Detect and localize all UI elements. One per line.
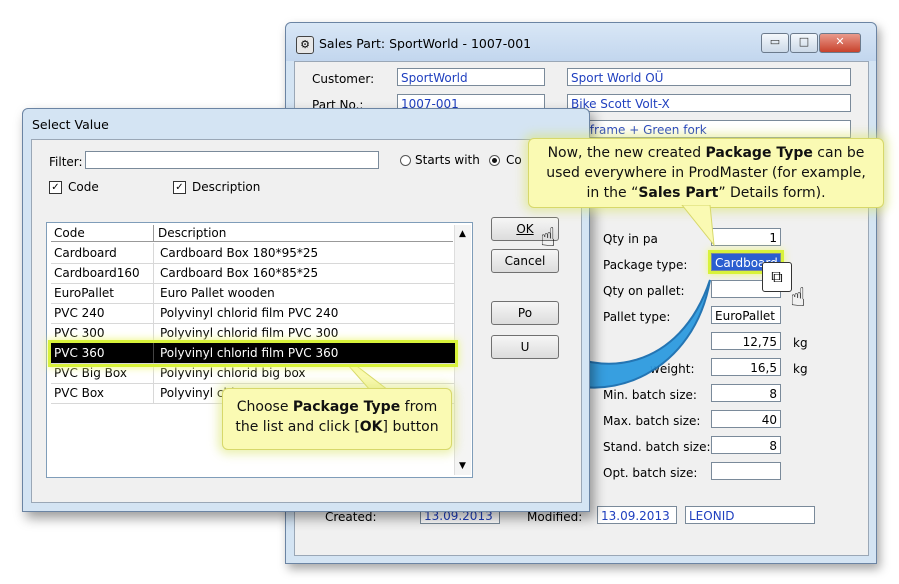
part-description-field[interactable]: en frame + Green fork	[567, 120, 851, 138]
modified-user-field: LEONID	[685, 506, 815, 524]
minimize-button[interactable]: ▭	[761, 33, 789, 53]
table-row[interactable]: Cardboard160 Cardboard Box 160*85*25	[51, 263, 455, 284]
row-code: PVC Box	[51, 383, 154, 403]
cancel-label: Cancel	[504, 254, 546, 268]
callout-top-line1: Now, the new created Package Type can be	[547, 145, 865, 161]
stand-batch-field[interactable]: 8	[711, 436, 781, 454]
lookup-button-icon[interactable]: ⧉	[762, 262, 792, 292]
scroll-down-icon[interactable]: ▼	[459, 461, 466, 471]
description-checkbox-label: Description	[192, 180, 261, 194]
grid-header: Code Description	[51, 225, 453, 242]
callout-top: Now, the new created Package Type can be…	[528, 138, 884, 208]
created-label: Created:	[325, 510, 377, 524]
callout-top-line3: in the “Sales Part” Details form).	[586, 185, 826, 201]
grid-header-description[interactable]: Description	[155, 225, 453, 241]
filter-input[interactable]	[85, 151, 379, 169]
row-code: PVC 300	[51, 323, 154, 343]
row-description: Polyvinyl chlorid big box	[160, 366, 306, 380]
callout-bottom-line1: Choose Package Type from	[236, 399, 438, 415]
table-row-selected[interactable]: PVC 360 Polyvinyl chlorid film PVC 360	[48, 340, 458, 367]
grid-header-code[interactable]: Code	[51, 225, 154, 241]
starts-with-radio[interactable]	[400, 155, 411, 166]
filter-label: Filter:	[49, 155, 83, 169]
modified-field: 13.09.2013	[597, 506, 677, 524]
select-value-title: Select Value	[32, 117, 109, 132]
row-description: Polyvinyl chlorid film PVC 300	[160, 326, 339, 340]
po-button[interactable]: Po	[491, 301, 559, 325]
scroll-up-icon[interactable]: ▲	[459, 229, 466, 239]
contains-radio[interactable]	[489, 155, 500, 166]
table-row[interactable]: PVC 300 Polyvinyl chlorid film PVC 300	[51, 323, 455, 344]
stand-batch-label: Stand. batch size:	[603, 440, 711, 454]
code-checkbox[interactable]: ✓	[49, 181, 62, 194]
grid-scrollbar[interactable]: ▲ ▼	[454, 225, 471, 475]
row-code: PVC 360	[51, 343, 154, 363]
hand-cursor-icon: ☝	[790, 283, 806, 313]
row-description: Cardboard Box 160*85*25	[160, 266, 319, 280]
row-description: Cardboard Box 180*95*25	[160, 246, 319, 260]
u-label: U	[520, 340, 530, 354]
row-code: Cardboard160	[51, 263, 154, 283]
customer-code-field[interactable]: SportWorld	[397, 68, 545, 86]
table-row[interactable]: PVC Big Box Polyvinyl chlorid big box	[51, 363, 455, 384]
callout-bottom-line2: the list and click [OK] button	[235, 419, 439, 435]
opt-batch-label: Opt. batch size:	[603, 466, 698, 480]
gross-weight-unit: kg	[793, 362, 808, 376]
app-icon: ⚙	[296, 36, 314, 54]
modified-label: Modified:	[527, 510, 583, 524]
ok-label: OK	[516, 222, 534, 236]
qty-in-pack-label: Qty in pa	[603, 232, 658, 246]
sales-part-title: Sales Part: SportWorld - 1007-001	[319, 36, 532, 51]
max-batch-label: Max. batch size:	[603, 414, 701, 428]
u-button[interactable]: U	[491, 335, 559, 359]
callout-top-pointer	[681, 205, 715, 247]
table-row[interactable]: Cardboard Cardboard Box 180*95*25	[51, 243, 455, 264]
qty-in-pack-field[interactable]: 1	[711, 228, 781, 246]
po-label: Po	[517, 306, 533, 320]
row-code: Cardboard	[51, 243, 154, 263]
max-batch-field[interactable]: 40	[711, 410, 781, 428]
part-name-field[interactable]: Bike Scott Volt-X	[567, 94, 851, 112]
row-code: PVC Big Box	[51, 363, 154, 383]
customer-label: Customer:	[312, 72, 375, 86]
row-code: EuroPallet	[51, 283, 154, 303]
description-checkbox[interactable]: ✓	[173, 181, 186, 194]
row-description: Euro Pallet wooden	[160, 286, 275, 300]
contains-label: Co	[506, 153, 522, 167]
callout-top-line2: used everywhere in ProdMaster (for examp…	[546, 165, 866, 181]
hand-cursor-icon: ☝	[540, 223, 556, 253]
callout-bottom: Choose Package Type from the list and cl…	[222, 388, 452, 450]
customer-name-field[interactable]: Sport World OÜ	[567, 68, 851, 86]
close-button[interactable]: ✕	[819, 33, 861, 53]
row-code: PVC 240	[51, 303, 154, 323]
row-description: Polyvinyl chlorid film PVC 240	[160, 306, 339, 320]
sales-part-titlebar[interactable]: ⚙ Sales Part: SportWorld - 1007-001 ▭ □ …	[286, 23, 876, 61]
starts-with-label: Starts with	[415, 153, 480, 167]
row-description: Polyvinyl chlorid film PVC 360	[160, 346, 339, 360]
maximize-button[interactable]: □	[790, 33, 818, 53]
code-checkbox-label: Code	[68, 180, 99, 194]
table-row[interactable]: EuroPallet Euro Pallet wooden	[51, 283, 455, 304]
opt-batch-field[interactable]	[711, 462, 781, 480]
select-value-dialog: Select Value Filter: Starts with Co ✓ Co…	[22, 108, 590, 512]
table-row[interactable]: PVC 240 Polyvinyl chlorid film PVC 240	[51, 303, 455, 324]
net-weight-unit: kg	[793, 336, 808, 350]
